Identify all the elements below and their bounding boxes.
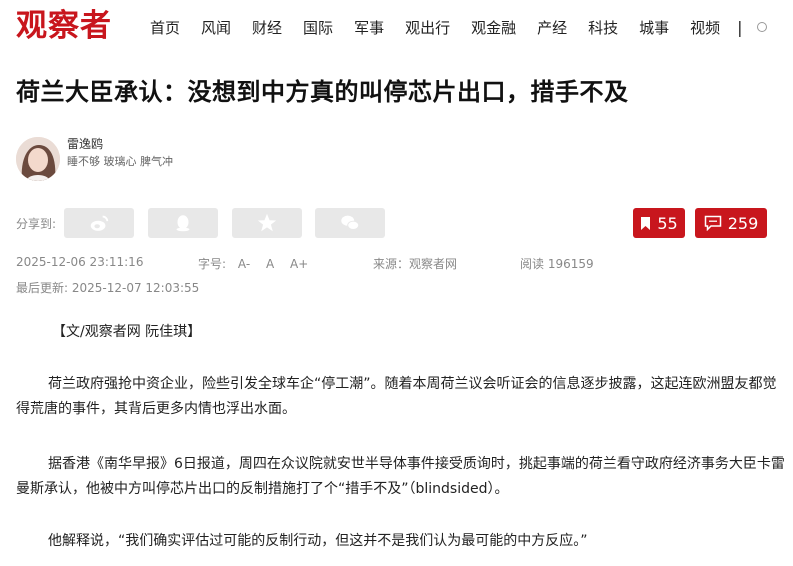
comment-icon (704, 215, 721, 231)
font-size-smaller-button[interactable]: A- (238, 257, 250, 271)
nav-item-home[interactable]: 首页 (150, 17, 180, 38)
bookmark-button[interactable]: 55 (633, 208, 685, 238)
nav-item-finance[interactable]: 财经 (252, 17, 282, 38)
qq-icon (176, 215, 190, 232)
weibo-icon (90, 215, 109, 231)
nav-item-video[interactable]: 视频 (690, 17, 720, 38)
author-bio: 睡不够 玻璃心 脾气冲 (67, 155, 173, 168)
author-name[interactable]: 雷逸鸥 (67, 135, 103, 152)
nav-item-city[interactable]: 城事 (639, 17, 669, 38)
nav-item-tech[interactable]: 科技 (588, 17, 618, 38)
wechat-icon (341, 215, 360, 230)
last-updated: 最后更新: 2025-12-07 12:03:55 (16, 281, 200, 295)
font-size-normal-button[interactable]: A (266, 257, 274, 271)
article-paragraph: 据香港《南华早报》6日报道，周四在众议院就安世半导体事件接受质询时，挑起事端的荷… (16, 456, 785, 497)
publish-time: 2025-12-06 23:11:16 (16, 255, 144, 269)
nav-item-military[interactable]: 军事 (354, 17, 384, 38)
comment-count: 259 (727, 213, 759, 233)
nav-item-industry[interactable]: 产经 (537, 17, 567, 38)
nav-item-money[interactable]: 观金融 (471, 17, 516, 38)
qzone-star-icon (257, 213, 277, 232)
share-weibo-button[interactable] (64, 208, 134, 238)
share-wechat-button[interactable] (315, 208, 385, 238)
font-size-label: 字号: (198, 257, 227, 271)
nav-item-fengwen[interactable]: 风闻 (201, 17, 231, 38)
share-label: 分享到: (16, 217, 57, 231)
author-avatar[interactable] (16, 137, 60, 181)
font-size-control: 字号: A- A A+ (198, 255, 312, 272)
font-size-larger-button[interactable]: A+ (290, 257, 308, 271)
main-nav: 首页 风闻 财经 国际 军事 观出行 观金融 产经 科技 城事 视频 | (150, 15, 767, 39)
article-source: 来源：观察者网 (373, 257, 458, 271)
nav-separator: | (737, 17, 743, 37)
bookmark-count: 55 (657, 213, 678, 233)
share-qzone-button[interactable] (232, 208, 302, 238)
article-title: 荷兰大臣承认：没想到中方真的叫停芯片出口，措手不及 (16, 78, 629, 106)
search-icon[interactable] (756, 22, 767, 32)
article-byline: 【文/观察者网 阮佳琪】 (52, 324, 202, 340)
comment-button[interactable]: 259 (695, 208, 767, 238)
share-qq-button[interactable] (148, 208, 218, 238)
article-paragraph: 荷兰政府强抢中资企业，险些引发全球车企“停工潮”。随着本周荷兰议会听证会的信息逐… (16, 376, 777, 417)
site-logo[interactable]: 观察者 (16, 6, 112, 46)
article-paragraph: 他解释说，“我们确实评估过可能的反制行动，但这并不是我们认为最可能的中方反应。” (48, 533, 588, 549)
nav-item-mobility[interactable]: 观出行 (405, 17, 450, 38)
bookmark-icon (641, 216, 651, 230)
nav-item-international[interactable]: 国际 (303, 17, 333, 38)
read-count: 阅读 196159 (520, 257, 594, 271)
